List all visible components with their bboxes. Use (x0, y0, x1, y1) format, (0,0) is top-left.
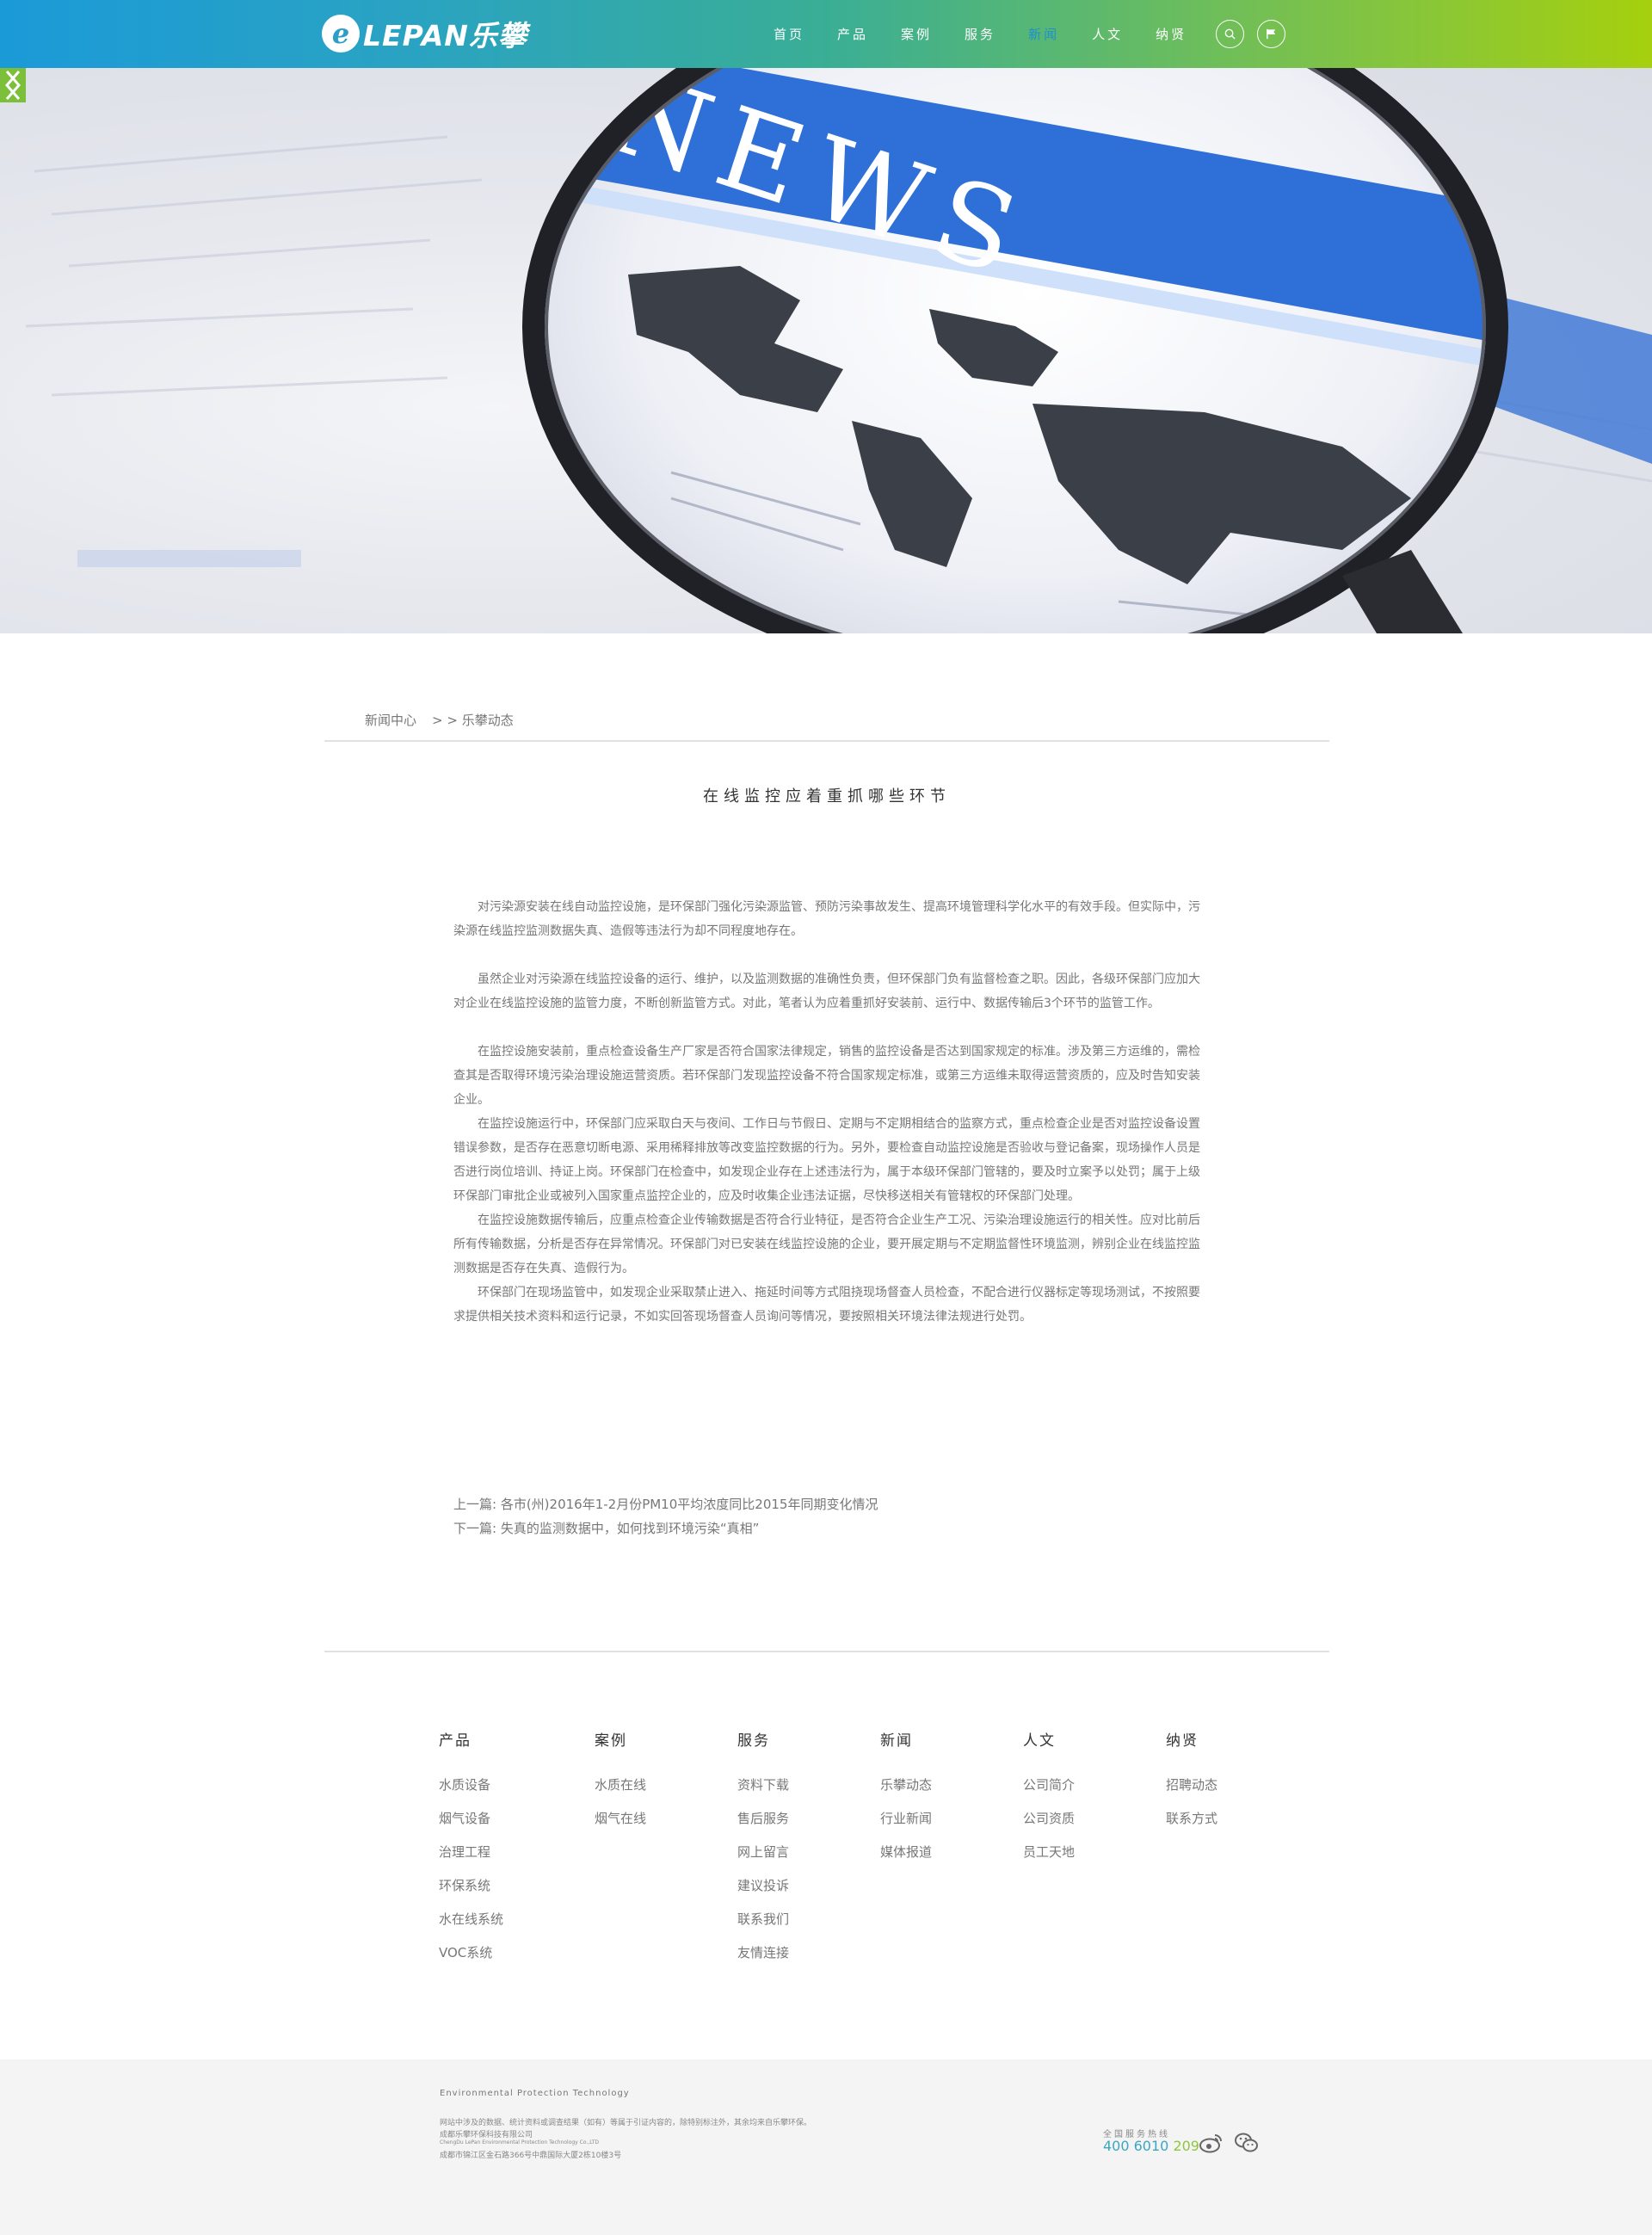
footer-link[interactable]: 治理工程 (439, 1843, 503, 1876)
divider (324, 740, 1329, 742)
breadcrumb-current[interactable]: > > 乐攀动态 (432, 711, 514, 729)
company-name-en: ChengDu LePan Environmental Protection T… (440, 2139, 600, 2145)
language-button[interactable] (1257, 20, 1286, 48)
hotline-number-part: 400 6010 (1103, 2138, 1174, 2154)
flag-icon (1267, 28, 1276, 40)
nav-home[interactable]: 首页 (774, 25, 804, 43)
breadcrumb: 新闻中心 > > 乐攀动态 (365, 711, 514, 729)
company-name: 成都乐攀环保科技有限公司 (440, 2131, 533, 2139)
bottom-bar: Environmental Protection Technology 网站中涉… (0, 2059, 1652, 2235)
logo-mark-icon: e (322, 15, 360, 52)
footer-link[interactable]: 烟气设备 (439, 1809, 503, 1843)
footer-link[interactable]: 行业新闻 (880, 1809, 932, 1843)
divider (324, 1651, 1329, 1652)
footer-link[interactable]: 媒体报道 (880, 1843, 932, 1876)
nav-culture[interactable]: 人文 (1092, 25, 1123, 43)
article-paragraph: 对污染源安装在线自动监控设施，是环保部门强化污染源监管、预防污染事故发生、提高环… (453, 900, 1200, 938)
article-title: 在线监控应着重抓哪些环节 (703, 787, 951, 806)
hotline-number: 400 6010 209 (1103, 2138, 1199, 2154)
top-header: e LEPAN乐攀 首页 产品 案例 服务 新闻 人文 纳贤 (0, 0, 1652, 68)
chevron-right-icon[interactable] (0, 68, 26, 102)
footer-link[interactable]: 水在线系统 (439, 1910, 503, 1943)
wechat-icon[interactable] (1234, 2130, 1260, 2156)
footer-link[interactable]: 员工天地 (1023, 1843, 1075, 1876)
search-button[interactable] (1216, 20, 1245, 48)
footer-column-title[interactable]: 纳贤 (1166, 1728, 1217, 1750)
footer-link[interactable]: 联系方式 (1166, 1809, 1217, 1843)
footer-column-services: 服务 资料下载 售后服务 网上留言 建议投诉 联系我们 友情连接 (737, 1728, 789, 1977)
hotline-number-part: 209 (1173, 2138, 1199, 2154)
nav-services[interactable]: 服务 (965, 25, 996, 43)
article-body: 对污染源安装在线自动监控设施，是环保部门强化污染源监管、预防污染事故发生、提高环… (453, 895, 1211, 1329)
search-icon (1224, 28, 1236, 40)
hero-banner: NEWS (0, 68, 1652, 633)
article-paragraph: 环保部门在现场监管中，如发现企业采取禁止进入、拖延时间等方式阻挠现场督查人员检查… (453, 1286, 1200, 1324)
article-paragraph: 在监控设施运行中，环保部门应采取白天与夜间、工作日与节假日、定期与不定期相结合的… (453, 1117, 1200, 1203)
footer-link[interactable]: 售后服务 (737, 1809, 789, 1843)
footer-link[interactable]: 招聘动态 (1166, 1775, 1217, 1809)
article-paragraph: 在监控设施数据传输后，应重点检查企业传输数据是否符合行业特征，是否符合企业生产工… (453, 1213, 1200, 1275)
footer-link[interactable]: 建议投诉 (737, 1876, 789, 1910)
footer-column-title[interactable]: 案例 (595, 1728, 646, 1750)
footer-column-title[interactable]: 新闻 (880, 1728, 932, 1750)
footer-link[interactable]: 友情连接 (737, 1943, 789, 1977)
logo-text: LEPAN乐攀 (363, 19, 527, 52)
footer-link[interactable]: VOC系统 (439, 1943, 503, 1977)
footer-link[interactable]: 联系我们 (737, 1910, 789, 1943)
tagline: Environmental Protection Technology (440, 2089, 630, 2098)
footer-column-title[interactable]: 人文 (1023, 1728, 1075, 1750)
nav-cases[interactable]: 案例 (901, 25, 932, 43)
footer-column-cases: 案例 水质在线 烟气在线 (595, 1728, 646, 1843)
footer-link[interactable]: 环保系统 (439, 1876, 503, 1910)
main-nav: 首页 产品 案例 服务 新闻 人文 纳贤 (757, 0, 1286, 68)
footer-link[interactable]: 资料下载 (737, 1775, 789, 1809)
prev-next-links: 上一篇: 各市(州)2016年1-2月份PM10平均浓度同比2015年同期变化情… (453, 1492, 878, 1540)
article-paragraph: 在监控设施安装前，重点检查设备生产厂家是否符合国家法律规定，销售的监控设备是否达… (453, 1045, 1200, 1107)
footer-column-title[interactable]: 服务 (737, 1728, 789, 1750)
breadcrumb-root[interactable]: 新闻中心 (365, 711, 416, 729)
next-article-link[interactable]: 下一篇: 失真的监测数据中，如何找到环境污染“真相” (453, 1516, 878, 1540)
footer-link[interactable]: 乐攀动态 (880, 1775, 932, 1809)
footer-column-title[interactable]: 产品 (439, 1728, 503, 1750)
footer-column-news: 新闻 乐攀动态 行业新闻 媒体报道 (880, 1728, 932, 1876)
nav-products[interactable]: 产品 (837, 25, 868, 43)
prev-article-link[interactable]: 上一篇: 各市(州)2016年1-2月份PM10平均浓度同比2015年同期变化情… (453, 1492, 878, 1516)
footer-link[interactable]: 公司简介 (1023, 1775, 1075, 1809)
footer-link[interactable]: 水质设备 (439, 1775, 503, 1809)
footer-column-culture: 人文 公司简介 公司资质 员工天地 (1023, 1728, 1075, 1876)
company-address: 成都市锦江区金石路366号中鼎国际大厦2栋10楼3号 (440, 2152, 622, 2160)
footer-link[interactable]: 水质在线 (595, 1775, 646, 1809)
footer-column-products: 产品 水质设备 烟气设备 治理工程 环保系统 水在线系统 VOC系统 (439, 1728, 503, 1977)
weibo-icon[interactable] (1199, 2130, 1224, 2156)
footer-column-recruit: 纳贤 招聘动态 联系方式 (1166, 1728, 1217, 1843)
nav-recruit[interactable]: 纳贤 (1156, 25, 1187, 43)
nav-news[interactable]: 新闻 (1028, 25, 1059, 43)
site-logo[interactable]: e LEPAN乐攀 (322, 13, 527, 54)
footer-link[interactable]: 公司资质 (1023, 1809, 1075, 1843)
article-paragraph: 虽然企业对污染源在线监控设备的运行、维护，以及监测数据的准确性负责，但环保部门负… (453, 972, 1200, 1010)
footer-link[interactable]: 烟气在线 (595, 1809, 646, 1843)
footer-link[interactable]: 网上留言 (737, 1843, 789, 1876)
disclaimer-text: 网站中涉及的数据、统计资料或调查结果（如有）等属于引证内容的，除特别标注外，其余… (440, 2119, 812, 2127)
banner-image: NEWS (0, 68, 1652, 633)
